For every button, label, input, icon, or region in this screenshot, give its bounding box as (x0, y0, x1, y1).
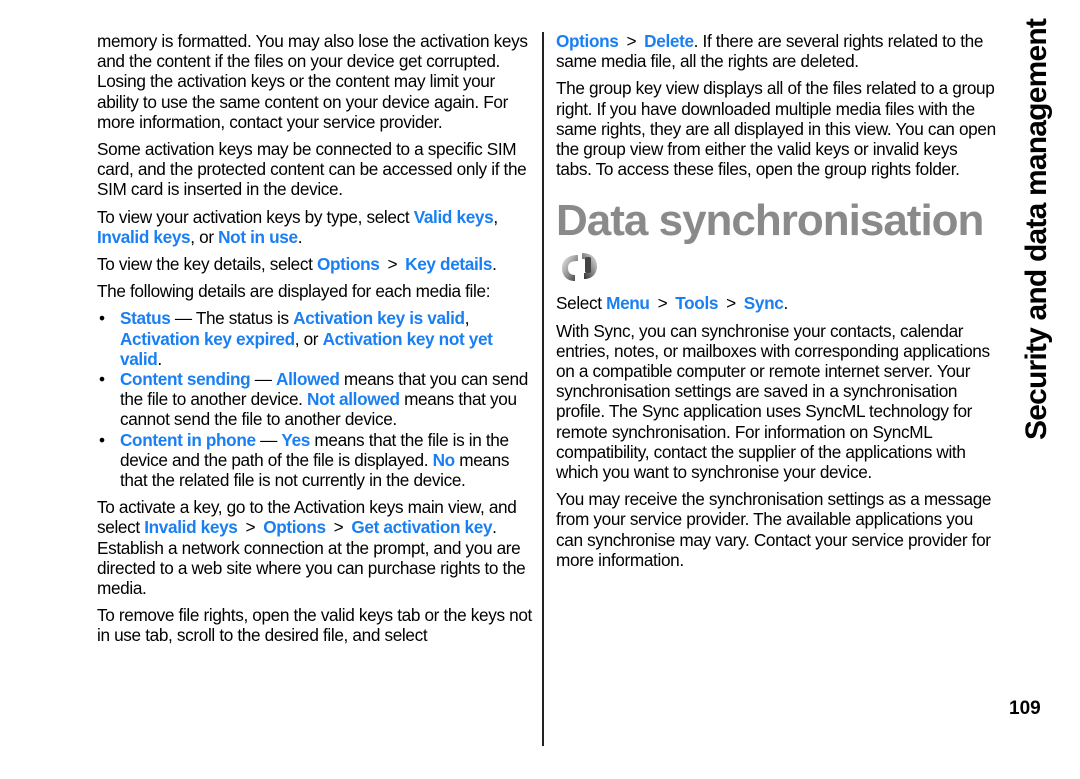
paragraph: The group key view displays all of the f… (556, 78, 996, 180)
chapter-title: Security and data management (1020, 18, 1053, 440)
page-number: 109 (1009, 698, 1041, 719)
text: , (493, 206, 498, 227)
text: To view the key details, select (97, 254, 317, 275)
text: . (297, 226, 303, 247)
text: Select (556, 293, 607, 314)
details-list: • Status — The status is Activation key i… (97, 308, 533, 490)
text: , or (294, 328, 323, 349)
ui-term-invalid-keys: Invalid keys (144, 517, 238, 538)
sync-icon (562, 253, 597, 282)
paragraph: To view your activation keys by type, se… (97, 207, 533, 247)
text: , (464, 308, 470, 329)
paragraph: Select Menu > Tools > Sync. (556, 293, 996, 313)
ui-term: Activation key is valid (293, 308, 465, 329)
ui-term-options: Options (263, 517, 326, 538)
menu-separator: > (657, 293, 668, 314)
text: . (157, 348, 162, 369)
ui-term-valid-keys: Valid keys (413, 206, 494, 227)
menu-separator: > (333, 517, 344, 538)
ui-term: Activation key expired (120, 328, 295, 349)
list-item: • Content in phone — Yes means that the f… (97, 430, 533, 491)
ui-term-tools: Tools (675, 293, 719, 314)
text: . (492, 254, 497, 275)
section-heading: Data synchronisation (556, 196, 984, 246)
ui-term-status: Status (120, 308, 171, 329)
bullet: • (99, 429, 105, 450)
ui-term-content-in-phone: Content in phone (120, 429, 256, 450)
ui-term-key-details: Key details (405, 254, 493, 275)
ui-term: Not allowed (307, 389, 400, 410)
right-column: Options > Delete. If there are several rig… (556, 31, 996, 577)
menu-separator: > (387, 254, 398, 275)
bullet: • (99, 308, 105, 329)
text: — The status is (170, 308, 294, 329)
paragraph: memory is formatted. You may also lose t… (97, 31, 528, 132)
ui-term: No (432, 449, 456, 470)
paragraph: With Sync, you can synchronise your cont… (556, 320, 990, 483)
ui-term-content-sending: Content sending (120, 369, 251, 390)
paragraph: Options > Delete. If there are several rig… (556, 31, 996, 71)
list-item: • Content sending — Allowed means that yo… (97, 369, 533, 430)
ui-term-menu: Menu (606, 293, 650, 314)
text: To view your activation keys by type, se… (97, 206, 414, 227)
text: — (250, 369, 277, 390)
ui-term: Yes (281, 429, 310, 450)
ui-term-get-activation-key: Get activation key (351, 517, 493, 538)
paragraph: You may receive the synchronisation sett… (556, 489, 992, 570)
menu-separator: > (726, 293, 736, 314)
ui-term-options: Options (556, 31, 619, 51)
text: . (783, 293, 788, 314)
ui-term-sync: Sync (743, 293, 784, 314)
paragraph: To activate a key, go to the Activation … (97, 497, 533, 598)
ui-term: Allowed (276, 369, 340, 390)
text: — (255, 429, 282, 450)
paragraph: To remove file rights, open the valid ke… (97, 605, 532, 646)
menu-separator: > (626, 31, 637, 51)
paragraph: To view the key details, select Options >… (97, 254, 533, 274)
ui-term-delete: Delete (644, 31, 694, 51)
menu-separator: > (245, 517, 256, 538)
ui-term-options: Options (316, 254, 380, 275)
bullet: • (99, 369, 105, 390)
ui-term-invalid-keys: Invalid keys (97, 226, 191, 247)
left-column: memory is formatted. You may also lose t… (97, 31, 533, 653)
ui-term-not-in-use: Not in use (218, 226, 298, 247)
text: , or (190, 226, 219, 247)
column-divider (542, 32, 544, 746)
list-item: • Status — The status is Activation key i… (97, 308, 533, 369)
paragraph: Some activation keys may be connected to… (97, 139, 527, 200)
paragraph: The following details are displayed for … (97, 281, 491, 302)
